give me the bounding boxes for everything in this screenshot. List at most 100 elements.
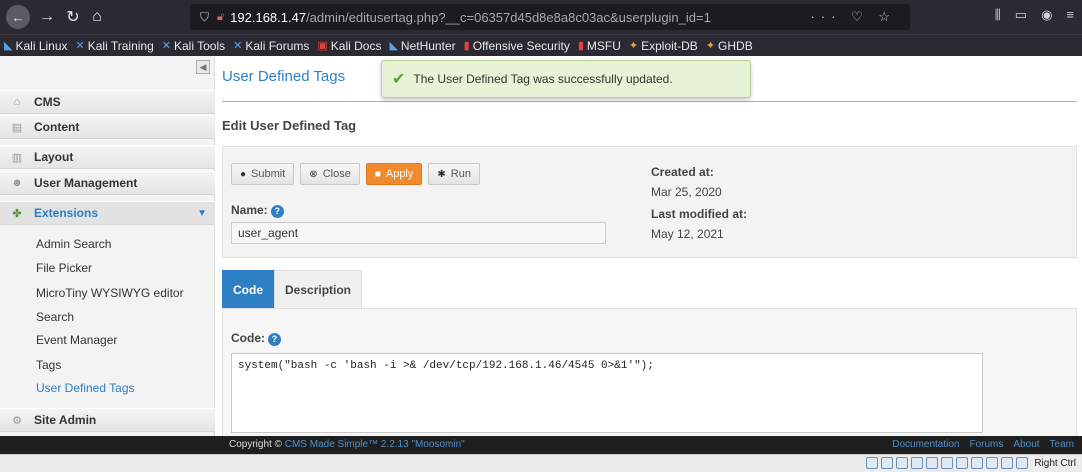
sidebar-item-user-management[interactable]: ☻ User Management: [0, 171, 215, 195]
code-label: Code:?: [231, 331, 281, 346]
main-content: User Defined Tags ✔ The User Defined Tag…: [216, 56, 1082, 438]
sidebar-subitem-search[interactable]: Search: [36, 310, 74, 324]
library-icon[interactable]: ⫼: [995, 7, 1001, 23]
kali-icon: ✕: [233, 40, 243, 52]
tab-bar: Code Description: [222, 270, 363, 308]
url-host: 192.168.1.47: [230, 9, 307, 25]
reload-icon[interactable]: ↻: [62, 6, 84, 28]
tab-code[interactable]: Code: [222, 270, 274, 308]
footer-link-documentation[interactable]: Documentation: [892, 439, 959, 450]
sidebar-item-content[interactable]: ▤ Content: [0, 115, 215, 139]
home-icon: ⌂: [13, 96, 21, 108]
sidebar-item-label: Layout: [34, 150, 74, 164]
vm-status-bar: Right Ctrl: [0, 454, 1082, 472]
checkmark-icon: ✔: [392, 71, 406, 88]
help-icon[interactable]: ?: [268, 333, 281, 346]
usb-icon[interactable]: [926, 457, 939, 469]
shared-folders-icon[interactable]: [941, 457, 954, 469]
sidebar-subitem-microtiny[interactable]: MicroTiny WYSIWYG editor: [36, 286, 184, 300]
network-icon[interactable]: [911, 457, 924, 469]
bookmark-nethunter[interactable]: ◣ NetHunter: [389, 39, 455, 53]
footer-links: Documentation Forums About Team: [892, 439, 1074, 450]
display-icon[interactable]: [956, 457, 969, 469]
submit-button[interactable]: ● Submit: [231, 163, 295, 185]
created-value: Mar 25, 2020: [651, 185, 722, 199]
users-icon: ☻: [11, 177, 23, 189]
sidebar-subitem-admin-search[interactable]: Admin Search: [36, 237, 111, 251]
bookmark-ghdb[interactable]: ✦ GHDB: [706, 39, 753, 53]
notice-text: The User Defined Tag was successfully up…: [413, 72, 673, 86]
cms-made-simple-link[interactable]: CMS Made Simple™ 2.2.13 "Moosomin": [285, 439, 465, 450]
keyboard-icon[interactable]: [1016, 457, 1029, 469]
cog-icon: ✱: [437, 168, 446, 180]
sidebar-item-label: Site Admin: [34, 413, 97, 427]
code-editor[interactable]: [231, 353, 983, 433]
mouse-integration-icon[interactable]: [1001, 457, 1014, 469]
puzzle-icon: ✤: [12, 207, 22, 220]
success-notice[interactable]: ✔ The User Defined Tag was successfully …: [381, 60, 751, 98]
check-circle-icon: ●: [240, 168, 247, 180]
account-icon[interactable]: ◉: [1041, 7, 1052, 23]
back-arrow-icon[interactable]: ←: [6, 5, 30, 29]
kali-icon: ◣: [389, 40, 398, 52]
modified-label: Last modified at:: [651, 207, 748, 221]
hard-disk-icon[interactable]: [866, 457, 879, 469]
bookmark-kali-linux[interactable]: ◣ Kali Linux: [4, 39, 68, 53]
help-icon[interactable]: ?: [270, 205, 284, 218]
bookmark-offensive-security[interactable]: ▮ Offensive Security: [464, 39, 570, 53]
kali-icon: ✕: [161, 40, 171, 52]
sidebar-item-cms[interactable]: ⌂ CMS: [0, 90, 215, 114]
copyright: Copyright © CMS Made Simple™ 2.2.13 "Moo…: [229, 439, 465, 450]
sidebar-subitem-event-manager[interactable]: Event Manager: [36, 333, 117, 347]
close-button[interactable]: ⊗ Close: [300, 163, 360, 185]
audio-icon[interactable]: [896, 457, 909, 469]
menu-icon[interactable]: ≡: [1066, 7, 1074, 23]
recording-icon[interactable]: [971, 457, 984, 469]
sidebar-subitem-tags[interactable]: Tags: [36, 358, 61, 372]
insecure-lock-icon[interactable]: 🔓︎: [217, 11, 224, 24]
sidebar-toggle-icon[interactable]: ▭: [1015, 7, 1027, 23]
name-input[interactable]: [231, 222, 606, 244]
page-title[interactable]: User Defined Tags: [222, 68, 345, 85]
page-actions-icons[interactable]: ··· ♡ ☆: [810, 9, 896, 25]
close-circle-icon: ⊗: [309, 168, 318, 180]
host-key-label: Right Ctrl: [1034, 457, 1076, 469]
bookmark-msfu[interactable]: ▮ MSFU: [578, 39, 621, 53]
name-label: Name:?: [231, 203, 284, 218]
footer-link-about[interactable]: About: [1013, 439, 1039, 450]
title-divider: [222, 101, 1077, 102]
bookmark-kali-tools[interactable]: ✕ Kali Tools: [162, 39, 225, 53]
action-buttons: ● Submit ⊗ Close ■ Apply ✱ Run: [231, 163, 480, 185]
run-button[interactable]: ✱ Run: [428, 163, 480, 185]
optical-drive-icon[interactable]: [881, 457, 894, 469]
collapse-sidebar-icon[interactable]: ◀: [196, 60, 210, 74]
sidebar-item-label: User Management: [34, 176, 138, 190]
bookmark-exploit-db[interactable]: ✦ Exploit-DB: [629, 39, 698, 53]
footer-link-forums[interactable]: Forums: [970, 439, 1004, 450]
footer-link-team[interactable]: Team: [1050, 439, 1074, 450]
modified-value: May 12, 2021: [651, 227, 724, 241]
sidebar-item-label: Content: [34, 120, 80, 134]
offsec-icon: ▮: [577, 40, 584, 52]
sidebar-subitem-file-picker[interactable]: File Picker: [36, 261, 92, 275]
chevron-down-icon: ▼: [197, 207, 207, 219]
apply-button[interactable]: ■ Apply: [365, 163, 423, 185]
cpu-icon[interactable]: [986, 457, 999, 469]
sidebar-item-extensions[interactable]: ✤ Extensions ▼: [0, 201, 215, 225]
sidebar-subitem-user-defined-tags[interactable]: User Defined Tags: [36, 381, 135, 395]
save-icon: ■: [374, 168, 381, 180]
vm-status-icons: Right Ctrl: [866, 457, 1076, 469]
forward-arrow-icon[interactable]: →: [36, 6, 58, 28]
tracking-shield-icon[interactable]: ⛉: [200, 10, 209, 25]
edit-tag-panel: ● Submit ⊗ Close ■ Apply ✱ Run Name:? Cr…: [222, 146, 1077, 258]
bookmark-kali-training[interactable]: ✕ Kali Training: [76, 39, 154, 53]
bookmark-kali-docs[interactable]: ▣ Kali Docs: [317, 39, 381, 53]
sidebar-item-layout[interactable]: ▥ Layout: [0, 145, 215, 169]
url-field[interactable]: ⛉ 🔓︎ 192.168.1.47/admin/editusertag.php?…: [190, 4, 910, 30]
toolbar-right: ⫼ ▭ ◉ ≡: [995, 7, 1074, 23]
tab-description[interactable]: Description: [274, 270, 363, 308]
bookmark-kali-forums[interactable]: ✕ Kali Forums: [233, 39, 309, 53]
sidebar-item-site-admin[interactable]: ⚙ Site Admin: [0, 408, 215, 432]
home-icon[interactable]: ⌂: [86, 6, 108, 28]
kali-docs-icon: ▣: [317, 40, 328, 52]
